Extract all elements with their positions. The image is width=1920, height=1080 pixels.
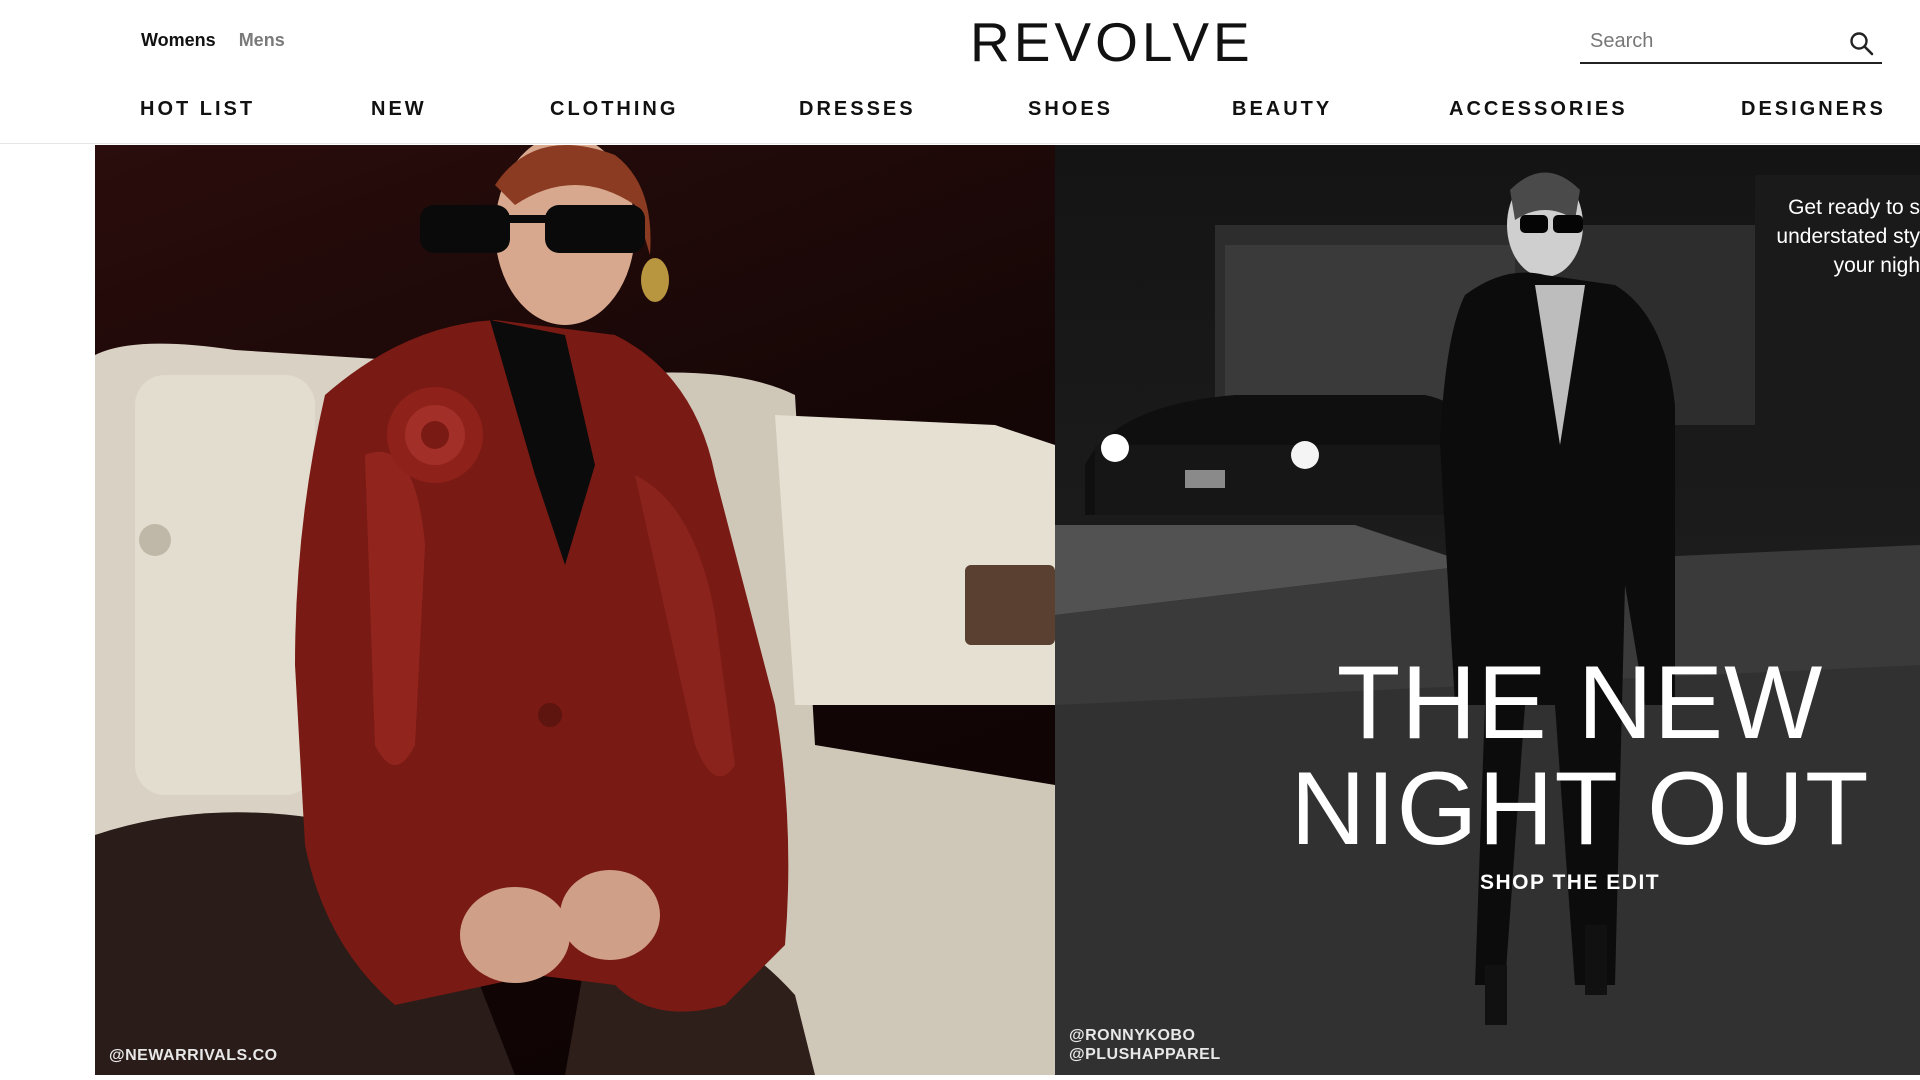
hero-right-image[interactable]: Get ready to s understated sty your nigh… bbox=[1055, 145, 1920, 1075]
photo-credit-right[interactable]: @RONNYKOBO @PLUSHAPPAREL bbox=[1069, 1026, 1221, 1064]
nav-clothing[interactable]: CLOTHING bbox=[550, 98, 678, 121]
photo-credit-line: @PLUSHAPPAREL bbox=[1069, 1046, 1221, 1063]
photo-credit-line: @RONNYKOBO bbox=[1069, 1027, 1196, 1044]
hero-banner[interactable]: @NEWARRIVALS.CO Get ready to s understat… bbox=[95, 145, 1920, 1075]
hero-headline-line: NIGHT OUT bbox=[1290, 751, 1870, 867]
nav-shoes[interactable]: SHOES bbox=[1028, 98, 1113, 121]
revolve-logo[interactable]: REVOLVE bbox=[970, 10, 1254, 74]
search-bar bbox=[1580, 22, 1882, 64]
hero-headline[interactable]: THE NEW NIGHT OUT bbox=[1250, 650, 1910, 862]
nav-accessories[interactable]: ACCESSORIES bbox=[1449, 98, 1628, 121]
hero-headline-line: THE NEW bbox=[1336, 645, 1824, 761]
gender-switch: Womens Mens bbox=[141, 30, 285, 51]
hero-subtext-line: Get ready to s bbox=[1788, 196, 1920, 219]
nav-beauty[interactable]: BEAUTY bbox=[1232, 98, 1332, 121]
hero-left-photo bbox=[95, 145, 1055, 1075]
tab-womens[interactable]: Womens bbox=[141, 30, 216, 51]
nav-designers[interactable]: DESIGNERS bbox=[1741, 98, 1886, 121]
hero-right-photo bbox=[1055, 172, 1920, 1075]
nav-dresses[interactable]: DRESSES bbox=[799, 98, 916, 121]
shop-the-edit-link[interactable]: SHOP THE EDIT bbox=[1480, 871, 1660, 895]
site-header: Womens Mens REVOLVE HOT LIST NEW CLOTHIN… bbox=[0, 0, 1920, 145]
search-icon[interactable] bbox=[1848, 30, 1876, 58]
photo-credit-left[interactable]: @NEWARRIVALS.CO bbox=[109, 1046, 278, 1065]
search-input[interactable] bbox=[1588, 26, 1828, 56]
tab-mens[interactable]: Mens bbox=[239, 30, 285, 51]
header-divider bbox=[0, 143, 1920, 144]
nav-hot-list[interactable]: HOT LIST bbox=[140, 98, 255, 121]
hero-subtext: Get ready to s understated sty your nigh bbox=[1705, 193, 1920, 280]
hero-subtext-line: understated sty bbox=[1776, 225, 1920, 248]
hero-left-image[interactable]: @NEWARRIVALS.CO bbox=[95, 145, 1055, 1075]
main-nav: HOT LIST NEW CLOTHING DRESSES SHOES BEAU… bbox=[0, 98, 1920, 128]
hero-subtext-line: your nigh bbox=[1833, 254, 1920, 277]
nav-new[interactable]: NEW bbox=[371, 98, 427, 121]
